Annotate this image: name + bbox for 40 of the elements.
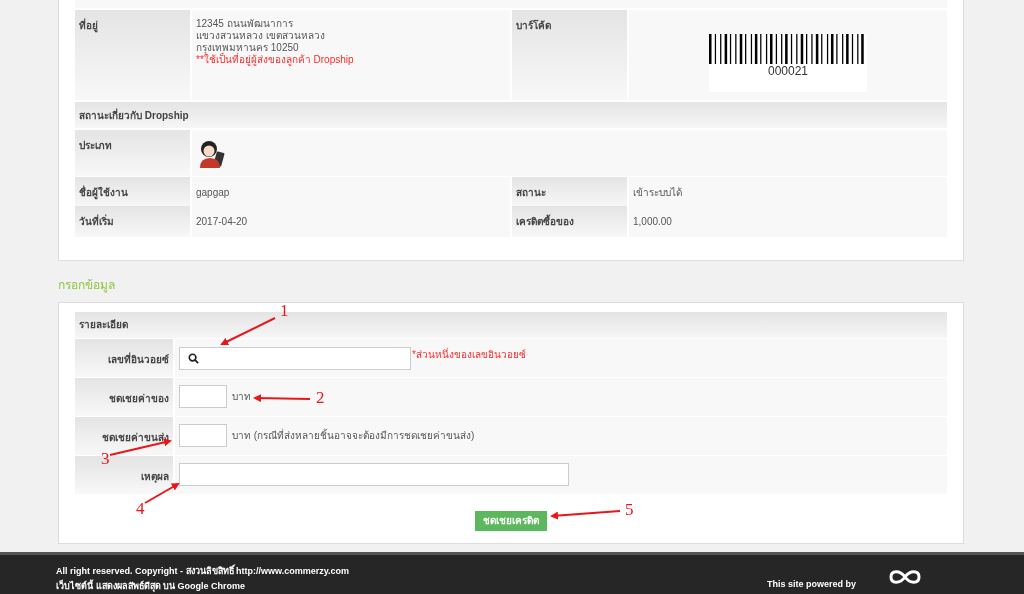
field-value: 1,000.00 [629, 206, 947, 237]
annotation-arrow [550, 510, 621, 520]
annotation-number: 2 [316, 389, 325, 406]
section-header: สถานะเกี่ยวกับ Dropship [75, 102, 947, 128]
annotation-arrow [144, 483, 180, 504]
powered-by-text: This site powered by [766, 578, 856, 591]
invoice-search-field[interactable] [179, 346, 411, 370]
field-label: ชดเชยค่าของ [75, 377, 173, 416]
footer-text: เว็บไซต์นี้ แสดงผลสัพธ์ดีสุด บน Google Chrome [56, 579, 246, 594]
field-hint: *ส่วนหนึ่งของเลขอินวอยซ์ [412, 346, 526, 362]
field-value: 2017-04-20 [192, 206, 510, 237]
barcode-number: 000021 [767, 64, 808, 78]
address-line: กรุงเทพมหานคร 10250 [196, 42, 299, 54]
barcode-icon [709, 34, 867, 64]
address-note: **ใช้เป็นที่อยู่ผู้ส่งของลูกค้า Dropship [196, 54, 355, 66]
annotation-number: 5 [625, 501, 634, 518]
annotation-arrow [220, 317, 276, 345]
address-line: แขวงสวนหลวง เขตสวนหลวง [196, 30, 326, 42]
field-label: ประเภท [75, 130, 190, 176]
amount-field[interactable] [179, 384, 227, 408]
form-heading: กรอกข้อมูล [58, 276, 115, 293]
footer-text: All right reserved. Copyright - สงวนลิขสิทธิ์ http://www.commerzy.com [56, 564, 350, 578]
unit-label: บาท [232, 389, 251, 404]
field-value: gapgap [192, 177, 510, 208]
field-value: เข้าระบบได้ [629, 177, 947, 208]
field-label: เครดิตซื้อของ [512, 206, 627, 237]
reason-field[interactable] [179, 463, 569, 487]
amount-field[interactable] [179, 423, 227, 447]
search-icon [188, 352, 199, 364]
field-label: สถานะ [512, 177, 627, 208]
field-label: วันที่เริ่ม [75, 206, 190, 237]
field-label: บาร์โค้ด [512, 10, 627, 100]
submit-button[interactable]: ชดเชยเครดิต [475, 510, 547, 531]
address-line: 12345 ถนนพัฒนาการ [196, 18, 294, 30]
field-label: เลขที่อินวอยซ์ [75, 338, 173, 377]
field-label: ที่อยู่ [75, 10, 190, 100]
annotation-number: 4 [136, 500, 145, 517]
unit-label: บาท (กรณีที่ส่งหลายชิ้นอาจจะต้องมีการชดเชยค่าขนส่ง) [232, 427, 475, 443]
annotation-arrow [253, 394, 311, 403]
field-label: ชื่อผู้ใช้งาน [75, 177, 190, 208]
